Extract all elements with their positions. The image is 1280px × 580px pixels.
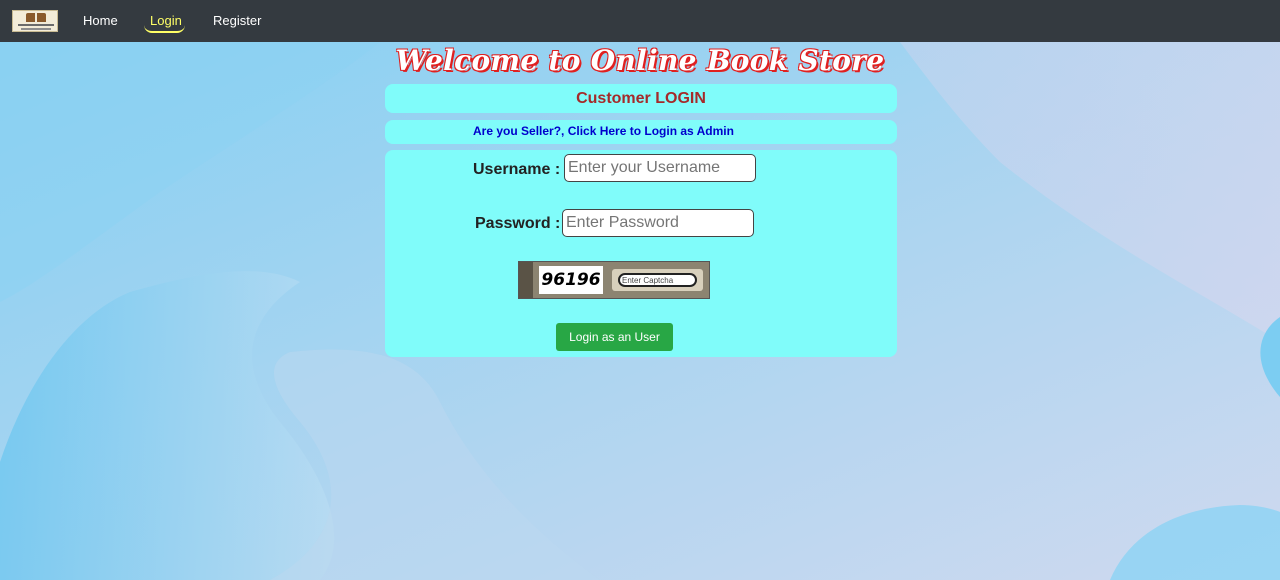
nav-active-indicator [144, 25, 185, 33]
captcha-code: 96196 [539, 266, 603, 294]
password-label: Password : [475, 215, 561, 232]
logo-line [18, 24, 54, 26]
brand-logo[interactable] [12, 10, 58, 32]
logo-line [21, 28, 51, 30]
password-input[interactable] [562, 209, 754, 237]
seller-link-panel: Are you Seller?, Click Here to Login as … [385, 120, 897, 144]
book-icon [26, 13, 46, 22]
login-button[interactable]: Login as an User [556, 323, 673, 351]
top-navbar: Home Login Register [0, 0, 1280, 42]
login-form: Username : Password : 96196 Login as an … [385, 150, 897, 357]
page-title: Welcome to Online Book Store [395, 44, 885, 77]
nav-home-link[interactable]: Home [83, 13, 118, 28]
login-title: Customer LOGIN [576, 90, 706, 107]
username-label: Username : [473, 161, 561, 178]
captcha-input[interactable] [618, 273, 697, 287]
captcha-edge [519, 262, 533, 298]
captcha-box: 96196 [518, 261, 710, 299]
captcha-input-wrap [612, 269, 703, 291]
admin-login-link[interactable]: Are you Seller?, Click Here to Login as … [473, 124, 734, 138]
username-input[interactable] [564, 154, 756, 182]
nav-register-link[interactable]: Register [213, 13, 261, 28]
login-title-panel: Customer LOGIN [385, 84, 897, 113]
